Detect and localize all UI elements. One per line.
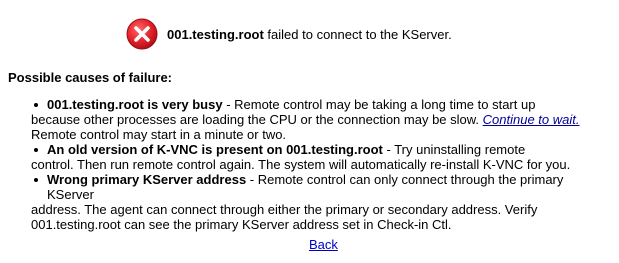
cause-text-line: because other processes are loading the … [31, 112, 611, 127]
causes-list: 001.testing.root is very busy - Remote c… [31, 97, 611, 232]
cause-text: because other processes are loading the … [31, 112, 483, 127]
cause-text: - Remote control may be taking a long ti… [222, 97, 536, 112]
cause-item-busy: 001.testing.root is very busy - Remote c… [31, 97, 611, 142]
error-header: 001.testing.root failed to connect to th… [126, 16, 452, 52]
cause-lead: Wrong primary KServer address [47, 172, 247, 187]
cause-text-line: 001.testing.root can see the primary KSe… [31, 217, 452, 232]
cause-lead: An old version of K-VNC is present on 00… [47, 142, 383, 157]
cause-text: - Try uninstalling remote [382, 142, 526, 157]
error-message-text: failed to connect to the KServer. [267, 26, 452, 42]
section-title: Possible causes of failure: [8, 70, 173, 85]
error-message: 001.testing.root failed to connect to th… [167, 27, 452, 42]
machine-name: 001.testing.root [167, 26, 264, 42]
continue-to-wait-link[interactable]: Continue to wait. [483, 112, 580, 127]
cause-text-line: control. Then run remote control again. … [31, 157, 571, 172]
cause-item-wrong-address: Wrong primary KServer address - Remote c… [31, 172, 611, 232]
cause-lead: 001.testing.root is very busy [47, 97, 223, 112]
error-icon [126, 18, 158, 50]
cause-item-old-vnc: An old version of K-VNC is present on 00… [31, 142, 611, 172]
cause-text-line: Remote control may start in a minute or … [31, 127, 287, 142]
cause-text-line: address. The agent can connect through e… [31, 202, 538, 217]
back-link[interactable]: Back [309, 237, 338, 252]
